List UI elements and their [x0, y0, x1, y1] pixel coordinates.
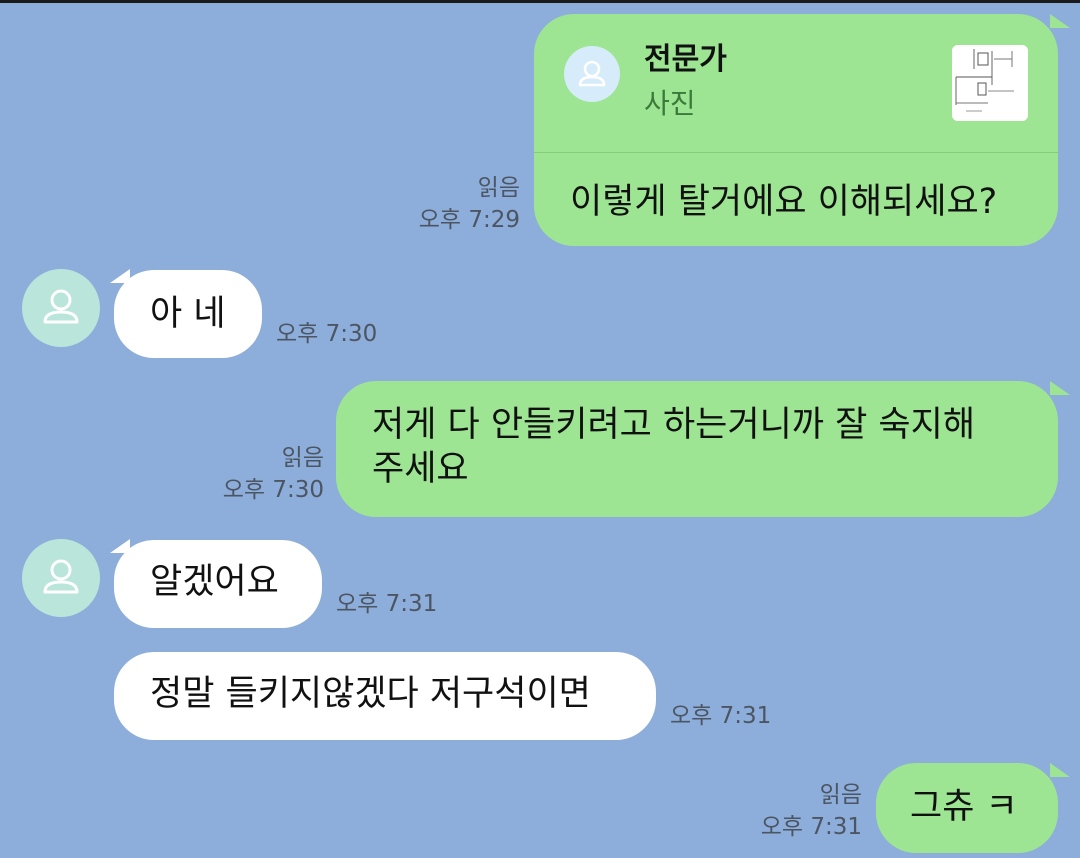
message-text: 알겠어요	[150, 562, 279, 602]
message-text: 그츄 ㅋ	[910, 787, 1018, 827]
message-meta: 읽음 오후 7:29	[400, 172, 520, 236]
person-icon	[43, 559, 79, 594]
message-time: 오후 7:30	[276, 321, 378, 347]
person-icon	[43, 289, 79, 324]
sender-avatar[interactable]	[22, 539, 100, 617]
message-time: 오후 7:31	[336, 591, 438, 617]
sender-avatar[interactable]	[22, 269, 100, 347]
other-message-bubble[interactable]: 알겠어요	[114, 540, 322, 628]
top-edge-line	[0, 0, 1080, 3]
message-text: 아 네	[150, 294, 226, 334]
message-time: 오후 7:30	[222, 477, 324, 503]
message-time: 오후 7:31	[760, 814, 862, 840]
bubble-tail	[1050, 14, 1070, 28]
other-message-bubble[interactable]: 정말 들키지않겠다 저구석이면	[114, 652, 656, 740]
bubble-tail	[1050, 763, 1070, 777]
bubble-tail	[1050, 381, 1070, 395]
my-message-bubble[interactable]: 그츄 ㅋ	[876, 763, 1058, 853]
quoted-message-type: 사진	[644, 87, 696, 120]
read-receipt: 읽음	[819, 782, 862, 808]
reply-divider	[534, 152, 1058, 153]
message-time: 오후 7:31	[670, 703, 772, 729]
message-meta: 읽음 오후 7:31	[740, 779, 862, 843]
person-icon	[578, 60, 606, 87]
read-receipt: 읽음	[281, 445, 324, 471]
message-text-line: 저게 다 안들키려고 하는거니까 잘 숙지해	[372, 405, 976, 445]
quoted-sender-name: 전문가	[644, 42, 727, 77]
message-text: 정말 들키지않겠다 저구석이면	[150, 674, 591, 714]
message-text-line: 주세요	[372, 449, 469, 489]
read-receipt: 읽음	[477, 175, 520, 201]
my-message-bubble[interactable]: 저게 다 안들키려고 하는거니까 잘 숙지해 주세요	[336, 381, 1058, 517]
message-meta: 읽음 오후 7:30	[200, 442, 324, 506]
quoted-avatar	[564, 46, 620, 102]
my-message-bubble[interactable]: 전문가 사진 이렇게 탈거에요 이해되세요?	[534, 14, 1058, 246]
photo-thumbnail	[952, 45, 1028, 121]
quoted-photo-thumbnail[interactable]	[952, 45, 1028, 121]
other-message-bubble[interactable]: 아 네	[114, 270, 262, 358]
message-text: 이렇게 탈거에요 이해되세요?	[570, 182, 998, 222]
message-time: 오후 7:29	[418, 207, 520, 233]
